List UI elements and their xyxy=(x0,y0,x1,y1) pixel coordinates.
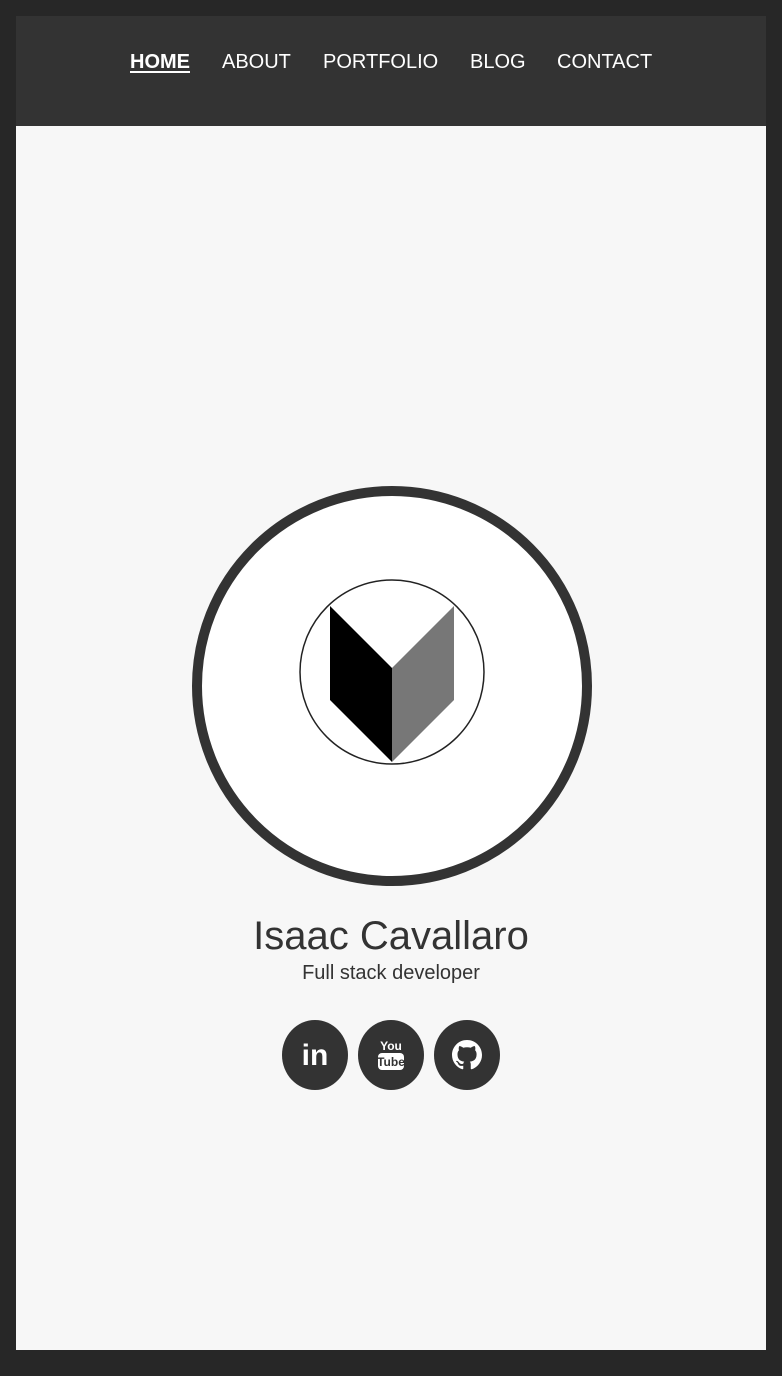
github-icon xyxy=(452,1040,482,1070)
svg-text:Tube: Tube xyxy=(377,1055,405,1069)
youtube-icon: You Tube xyxy=(377,1039,405,1070)
github-button[interactable] xyxy=(434,1020,500,1090)
youtube-button[interactable]: You Tube xyxy=(358,1020,424,1090)
linkedin-icon: in xyxy=(302,1040,329,1070)
linkedin-button[interactable]: in xyxy=(282,1020,348,1090)
nav-about[interactable]: ABOUT xyxy=(222,50,291,74)
profile-name: Isaac Cavallaro xyxy=(253,914,529,958)
top-navbar: HOME ABOUT PORTFOLIO BLOG CONTACT xyxy=(16,16,766,126)
nav-portfolio[interactable]: PORTFOLIO xyxy=(323,50,438,74)
nav-home[interactable]: HOME xyxy=(130,50,190,74)
svg-text:in: in xyxy=(302,1040,329,1070)
svg-text:You: You xyxy=(380,1039,402,1053)
nav-blog[interactable]: BLOG xyxy=(470,50,526,74)
page-frame: HOME ABOUT PORTFOLIO BLOG CONTACT Isaac … xyxy=(16,16,766,1350)
nav-contact[interactable]: CONTACT xyxy=(557,50,652,74)
profile-subtitle: Full stack developer xyxy=(302,962,480,984)
logo-icon xyxy=(299,579,485,765)
